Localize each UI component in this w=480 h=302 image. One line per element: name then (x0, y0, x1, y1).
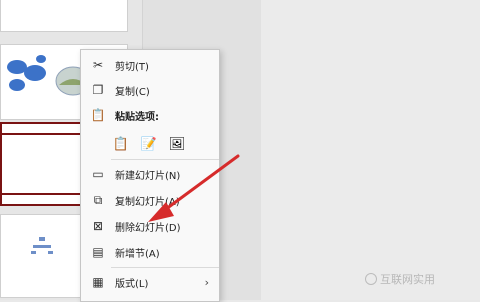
menu-item-cut-label: 剪切(T) (115, 61, 149, 73)
menu-item-duplicate-slide[interactable]: ⧉ 复制幻灯片(A) (81, 189, 219, 211)
menu-separator (111, 159, 219, 160)
menu-item-layout-label: 版式(L) (115, 278, 149, 290)
picture-icon[interactable]: 🖼 (167, 133, 187, 155)
menu-separator (111, 267, 219, 268)
submenu-chevron-icon: › (204, 275, 209, 289)
duplicate-slide-icon: ⧉ (93, 192, 103, 207)
menu-item-layout[interactable]: ▦ 版式(L) › (81, 271, 219, 293)
menu-item-copy-label: 复制(C) (115, 86, 150, 98)
new-slide-icon: ▭ (92, 167, 104, 181)
menu-item-new-slide[interactable]: ▭ 新建幻灯片(N) (81, 163, 219, 185)
paste-options-row: 📋 📝 🖼 (111, 133, 187, 155)
menu-item-paste-options: 📋 粘贴选项: (81, 104, 219, 126)
delete-slide-icon: ⊠ (92, 219, 104, 233)
layout-icon: ▦ (92, 275, 104, 289)
clipboard-icon: 📋 (90, 108, 106, 122)
menu-item-add-section-label: 新增节(A) (115, 248, 160, 260)
menu-item-paste-options-label: 粘贴选项: (115, 111, 159, 123)
slide-thumbnail-1[interactable] (0, 0, 128, 32)
context-menu: ✂ 剪切(T) ❐ 复制(C) 📋 粘贴选项: 📋 📝 🖼 ▭ 新建幻灯片(N)… (80, 49, 220, 302)
menu-item-add-section[interactable]: ▤ 新增节(A) (81, 241, 219, 263)
menu-item-new-slide-label: 新建幻灯片(N) (115, 170, 181, 182)
add-section-icon: ▤ (92, 245, 104, 259)
keep-text-only-icon[interactable]: 📋 (111, 133, 131, 155)
menu-item-cut[interactable]: ✂ 剪切(T) (81, 54, 219, 76)
menu-item-delete-slide[interactable]: ⊠ 删除幻灯片(D) (81, 215, 219, 237)
menu-item-delete-slide-label: 删除幻灯片(D) (115, 222, 181, 234)
watermark-logo-icon (365, 273, 377, 285)
menu-item-copy[interactable]: ❐ 复制(C) (81, 79, 219, 101)
use-destination-theme-icon[interactable]: 📝 (139, 133, 159, 155)
scissors-icon: ✂ (92, 58, 104, 72)
copy-icon: ❐ (92, 83, 104, 97)
watermark: 互联网实用 (365, 271, 435, 287)
watermark-text: 互联网实用 (380, 273, 435, 286)
menu-item-duplicate-slide-label: 复制幻灯片(A) (115, 196, 180, 208)
